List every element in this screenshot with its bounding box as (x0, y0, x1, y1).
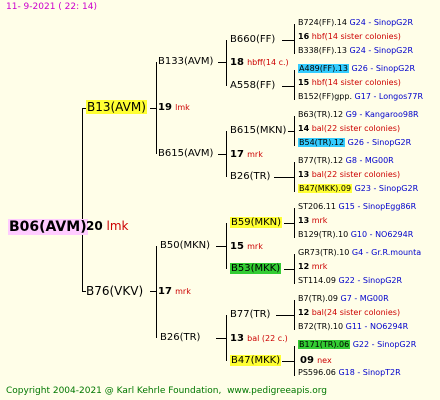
gen4-node-16[interactable]: PS596.06 G18 - SinopT2R (298, 367, 401, 378)
gen3-node-3[interactable]: B615(MKN) (230, 124, 286, 137)
gen4-grade-2: 15 hbf(14 sister colonies) (298, 78, 401, 87)
line (294, 116, 295, 146)
gen3-grade-3: 15 mrk (230, 241, 263, 252)
date-stamp: 11- 9-2021 ( 22: 14) (6, 2, 97, 12)
line (294, 70, 295, 100)
gen4-node-6[interactable]: B54(TR).12 G26 - SinopG2R (298, 137, 411, 148)
gen3-grade-1: 18 hbff(14 c.) (230, 57, 289, 68)
copyright: Copyright 2004-2021 @ Karl Kehrle Founda… (6, 386, 327, 396)
gen4-node-11[interactable]: GR73(TR).10 G4 - Gr.R.mounta (298, 247, 421, 258)
gen4-node-5[interactable]: B63(TR).12 G9 - Kangaroo98R (298, 109, 419, 120)
line (216, 338, 226, 339)
line (294, 346, 295, 376)
gen2-node-3[interactable]: B50(MKN) (160, 239, 210, 252)
gen4-node-10[interactable]: B129(TR).10 G10 - NO6294R (298, 229, 413, 240)
line (284, 223, 294, 224)
gen4-grade-3: 14 bal(22 sister colonies) (298, 124, 401, 133)
root-node[interactable]: B06(AVM) (8, 218, 88, 236)
gen3-node-5[interactable]: B59(MKN) (230, 216, 283, 229)
gen4-node-14[interactable]: B72(TR).10 G11 - NO6294R (298, 321, 408, 332)
gen1-node-2[interactable]: B76(VKV) (86, 284, 143, 299)
gen3-grade-5: 09 nex (300, 355, 332, 366)
gen3-node-4[interactable]: B26(TR) (230, 170, 270, 183)
gen4-node-1[interactable]: B724(FF).14 G24 - SinopG2R (298, 17, 413, 28)
pedigree-canvas: { "header": {"date": "11- 9-2021 ( 22: 1… (0, 0, 440, 400)
gen2-node-1[interactable]: B133(AVM) (158, 55, 213, 68)
line (294, 24, 295, 54)
gen4-node-9[interactable]: ST206.11 G15 - SinopEgg86R (298, 201, 416, 212)
line (282, 86, 294, 87)
gen4-node-12[interactable]: ST114.09 G22 - SinopG2R (298, 275, 402, 286)
gen4-grade-5: 13 mrk (298, 216, 328, 225)
gen1-node-1[interactable]: B13(AVM) (86, 100, 147, 115)
line (218, 154, 226, 155)
line (156, 246, 157, 338)
gen3-node-8[interactable]: B47(MKK) (230, 354, 282, 367)
line (82, 108, 83, 292)
gen3-node-6[interactable]: B53(MKK) (230, 262, 282, 275)
gen4-grade-7: 12 bal(24 sister colonies) (298, 308, 401, 317)
line (294, 300, 295, 330)
line (294, 208, 295, 238)
gen1-grade-1: 19 lmk (158, 102, 190, 113)
line (226, 40, 227, 86)
gen4-node-3[interactable]: A489(FF).13 G26 - SinopG2R (298, 63, 415, 74)
gen4-grade-1: 16 hbf(14 sister colonies) (298, 32, 401, 41)
gen3-node-2[interactable]: A558(FF) (230, 79, 275, 92)
line (156, 62, 157, 154)
line (226, 131, 227, 177)
gen3-grade-2: 17 mrk (230, 149, 263, 160)
root-grade: 20 lmk (86, 219, 129, 233)
gen4-node-8[interactable]: B47(MKK).09 G23 - SinopG2R (298, 183, 418, 194)
gen2-node-4[interactable]: B26(TR) (160, 331, 200, 344)
line (216, 246, 226, 247)
line (274, 177, 294, 178)
line (276, 315, 294, 316)
gen2-node-2[interactable]: B615(AVM) (158, 147, 213, 160)
gen4-node-4[interactable]: B152(FF)gpp. G17 - Longos77R (298, 91, 423, 102)
line (294, 254, 295, 284)
gen3-node-1[interactable]: B660(FF) (230, 33, 275, 46)
gen4-node-2[interactable]: B338(FF).13 G24 - SinopG2R (298, 45, 413, 56)
gen4-grade-4: 13 bal(22 sister colonies) (298, 170, 401, 179)
gen4-node-13[interactable]: B7(TR).09 G7 - MG00R (298, 293, 389, 304)
gen4-node-15[interactable]: B171(TR).06 G22 - SinopG2R (298, 339, 416, 350)
line (282, 361, 294, 362)
line (282, 40, 294, 41)
line (218, 62, 226, 63)
gen3-grade-4: 13 bal (22 c.) (230, 333, 288, 344)
line (294, 162, 295, 192)
gen4-node-7[interactable]: B77(TR).12 G8 - MG00R (298, 155, 394, 166)
gen4-grade-6: 12 mrk (298, 262, 328, 271)
line (226, 315, 227, 361)
gen1-grade-2: 17 mrk (158, 286, 191, 297)
line (226, 223, 227, 269)
gen3-node-7[interactable]: B77(TR) (230, 308, 270, 321)
line (284, 269, 294, 270)
